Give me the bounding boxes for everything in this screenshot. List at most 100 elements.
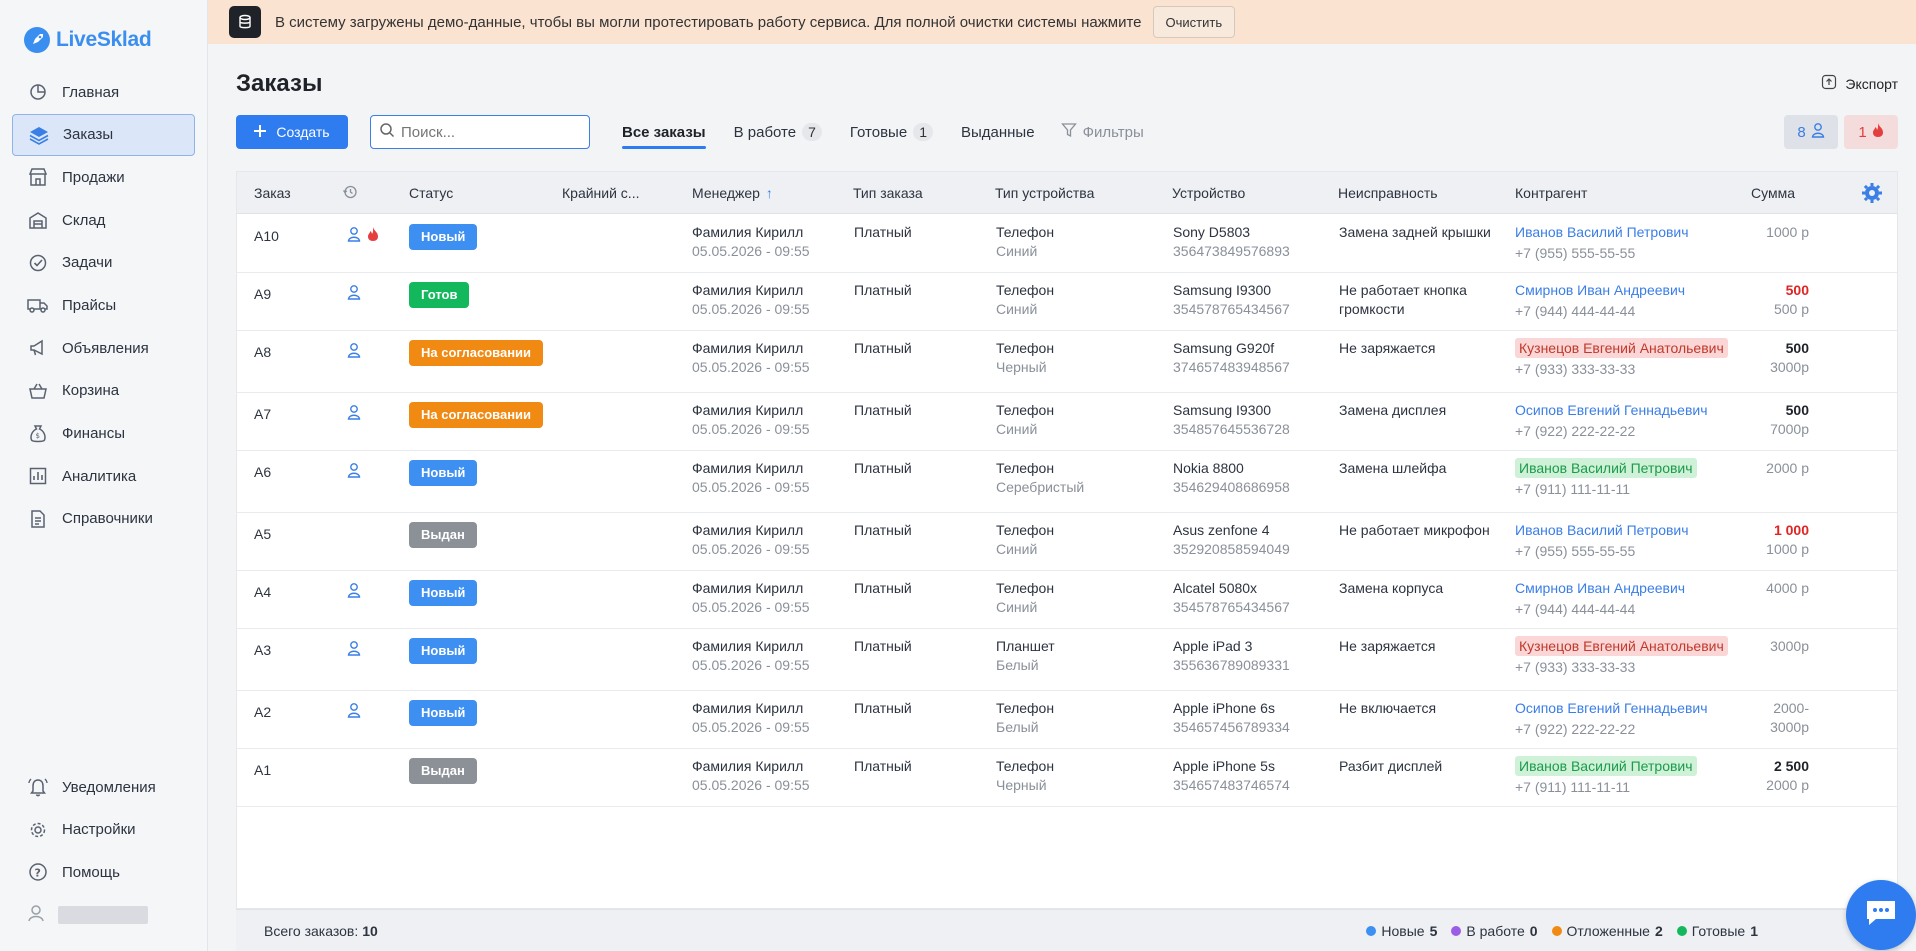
table-settings-gear-icon[interactable] bbox=[1861, 182, 1883, 207]
sidebar-item-sidebar-items-4[interactable]: Задачи bbox=[12, 242, 195, 284]
status-badge[interactable]: Выдан bbox=[409, 522, 477, 548]
legend-item[interactable]: Готовые 1 bbox=[1676, 923, 1758, 939]
assigned-user-icon[interactable] bbox=[347, 284, 361, 303]
col-client[interactable]: Контрагент bbox=[1515, 185, 1587, 201]
client-name-link[interactable]: Смирнов Иван Андреевич bbox=[1515, 580, 1685, 596]
assigned-user-icon[interactable] bbox=[347, 640, 361, 659]
table-row[interactable]: A9 Готов Фамилия Кирилл 05.05.2026 - 09:5… bbox=[237, 273, 1897, 331]
table-row[interactable]: A6 Новый Фамилия Кирилл 05.05.2026 - 09:5… bbox=[237, 451, 1897, 513]
filters-button[interactable]: Фильтры bbox=[1060, 122, 1144, 142]
status-badge[interactable]: На согласовании bbox=[409, 402, 544, 428]
sidebar-item-sidebar-items-1[interactable]: Заказы bbox=[12, 113, 195, 156]
status-cell[interactable]: Новый bbox=[409, 638, 478, 664]
table-row[interactable]: A5 Выдан Фамилия Кирилл 05.05.2026 - 09:5… bbox=[237, 513, 1897, 571]
status-cell[interactable]: Выдан bbox=[409, 758, 477, 784]
my-orders-pill[interactable]: 8 bbox=[1784, 115, 1838, 149]
client-name-link[interactable]: Осипов Евгений Геннадьевич bbox=[1515, 402, 1708, 418]
assigned-user-icon[interactable] bbox=[347, 226, 361, 245]
sidebar-item-sidebar-items-7[interactable]: Корзина bbox=[12, 370, 195, 412]
client-name-link[interactable]: Иванов Василий Петрович bbox=[1515, 756, 1697, 776]
clear-data-button[interactable]: Очистить bbox=[1152, 6, 1236, 38]
client-name[interactable]: Иванов Василий Петрович bbox=[1515, 224, 1689, 240]
legend-item[interactable]: Новые 5 bbox=[1366, 923, 1437, 939]
urgent-fire-icon[interactable] bbox=[367, 226, 379, 245]
sidebar-item-sidebar-items-2[interactable]: Продажи bbox=[12, 156, 195, 198]
client-name-link[interactable]: Смирнов Иван Андреевич bbox=[1515, 282, 1685, 298]
sidebar-item-sidebar-bottom-1[interactable]: Настройки bbox=[12, 809, 195, 851]
status-badge[interactable]: Новый bbox=[409, 224, 478, 250]
status-cell[interactable]: Выдан bbox=[409, 522, 477, 548]
status-badge[interactable]: Новый bbox=[409, 638, 478, 664]
client-name[interactable]: Кузнецов Евгений Анатольевич bbox=[1515, 636, 1728, 656]
status-cell[interactable]: Готов bbox=[409, 282, 470, 308]
order-id[interactable]: A4 bbox=[254, 584, 271, 600]
order-id[interactable]: A7 bbox=[254, 406, 271, 422]
user-profile[interactable] bbox=[12, 894, 195, 936]
search-box[interactable] bbox=[370, 115, 590, 149]
status-badge[interactable]: Готов bbox=[409, 282, 470, 308]
client-name-link[interactable]: Иванов Василий Петрович bbox=[1515, 224, 1689, 240]
col-device-type[interactable]: Тип устройства bbox=[995, 185, 1094, 201]
export-button[interactable]: Экспорт bbox=[1821, 74, 1898, 93]
logo[interactable]: LiveSklad bbox=[24, 27, 152, 53]
table-row[interactable]: A7 На согласовании Фамилия Кирилл 05.05.2… bbox=[237, 393, 1897, 451]
sidebar-item-sidebar-items-10[interactable]: Справочники bbox=[12, 498, 195, 540]
chat-widget-button[interactable] bbox=[1846, 880, 1916, 950]
client-name[interactable]: Смирнов Иван Андреевич bbox=[1515, 580, 1685, 596]
col-sum[interactable]: Сумма bbox=[1751, 185, 1795, 201]
status-cell[interactable]: Новый bbox=[409, 580, 478, 606]
status-cell[interactable]: Новый bbox=[409, 460, 478, 486]
client-name[interactable]: Кузнецов Евгений Анатольевич bbox=[1515, 338, 1728, 358]
assigned-user-icon[interactable] bbox=[347, 462, 361, 481]
sidebar-item-sidebar-bottom-0[interactable]: Уведомления bbox=[12, 766, 195, 808]
sidebar-item-sidebar-items-8[interactable]: $ Финансы bbox=[12, 413, 195, 455]
sidebar-item-sidebar-items-6[interactable]: Объявления bbox=[12, 327, 195, 369]
order-id[interactable]: A8 bbox=[254, 344, 271, 360]
col-order[interactable]: Заказ bbox=[254, 185, 291, 201]
status-badge[interactable]: Выдан bbox=[409, 758, 477, 784]
client-name[interactable]: Осипов Евгений Геннадьевич bbox=[1515, 402, 1708, 418]
status-cell[interactable]: Новый bbox=[409, 224, 478, 250]
assigned-user-icon[interactable] bbox=[347, 404, 361, 423]
legend-item[interactable]: Отложенные 2 bbox=[1551, 923, 1663, 939]
order-id[interactable]: A5 bbox=[254, 526, 271, 542]
col-deadline[interactable]: Крайний с... bbox=[562, 185, 639, 201]
client-name-link[interactable]: Кузнецов Евгений Анатольевич bbox=[1515, 636, 1728, 656]
status-cell[interactable]: На согласовании bbox=[409, 402, 544, 428]
table-row[interactable]: A4 Новый Фамилия Кирилл 05.05.2026 - 09:5… bbox=[237, 571, 1897, 629]
client-name[interactable]: Иванов Василий Петрович bbox=[1515, 756, 1697, 776]
legend-item[interactable]: В работе 0 bbox=[1451, 923, 1538, 939]
status-cell[interactable]: На согласовании bbox=[409, 340, 544, 366]
tab-1[interactable]: В работе 7 bbox=[734, 115, 822, 149]
client-name[interactable]: Иванов Василий Петрович bbox=[1515, 458, 1697, 478]
search-input[interactable] bbox=[401, 123, 581, 141]
order-id[interactable]: A9 bbox=[254, 286, 271, 302]
order-id[interactable]: A2 bbox=[254, 704, 271, 720]
sidebar-item-sidebar-items-5[interactable]: Прайсы bbox=[12, 284, 195, 326]
sidebar-item-sidebar-bottom-2[interactable]: ? Помощь bbox=[12, 851, 195, 893]
status-cell[interactable]: Новый bbox=[409, 700, 478, 726]
client-name-link[interactable]: Кузнецов Евгений Анатольевич bbox=[1515, 338, 1728, 358]
client-name-link[interactable]: Иванов Василий Петрович bbox=[1515, 458, 1697, 478]
create-order-button[interactable]: Создать bbox=[236, 115, 348, 149]
table-row[interactable]: A3 Новый Фамилия Кирилл 05.05.2026 - 09:5… bbox=[237, 629, 1897, 691]
status-badge[interactable]: На согласовании bbox=[409, 340, 544, 366]
table-row[interactable]: A10 Новый Фамилия Кирилл 05.05.2026 - 09:… bbox=[237, 215, 1897, 273]
order-id[interactable]: A10 bbox=[254, 228, 279, 244]
col-device[interactable]: Устройство bbox=[1172, 185, 1245, 201]
history-icon[interactable] bbox=[342, 184, 358, 203]
col-manager[interactable]: Менеджер ↑ bbox=[692, 185, 773, 201]
client-name[interactable]: Смирнов Иван Андреевич bbox=[1515, 282, 1685, 298]
table-row[interactable]: A8 На согласовании Фамилия Кирилл 05.05.2… bbox=[237, 331, 1897, 393]
tab-0[interactable]: Все заказы bbox=[622, 115, 706, 149]
sidebar-item-sidebar-items-9[interactable]: Аналитика bbox=[12, 455, 195, 497]
table-row[interactable]: A2 Новый Фамилия Кирилл 05.05.2026 - 09:5… bbox=[237, 691, 1897, 749]
client-name-link[interactable]: Иванов Василий Петрович bbox=[1515, 522, 1689, 538]
table-row[interactable]: A1 Выдан Фамилия Кирилл 05.05.2026 - 09:5… bbox=[237, 749, 1897, 807]
status-badge[interactable]: Новый bbox=[409, 580, 478, 606]
status-badge[interactable]: Новый bbox=[409, 700, 478, 726]
assigned-user-icon[interactable] bbox=[347, 582, 361, 601]
order-id[interactable]: A1 bbox=[254, 762, 271, 778]
order-id[interactable]: A3 bbox=[254, 642, 271, 658]
client-name-link[interactable]: Осипов Евгений Геннадьевич bbox=[1515, 700, 1708, 716]
